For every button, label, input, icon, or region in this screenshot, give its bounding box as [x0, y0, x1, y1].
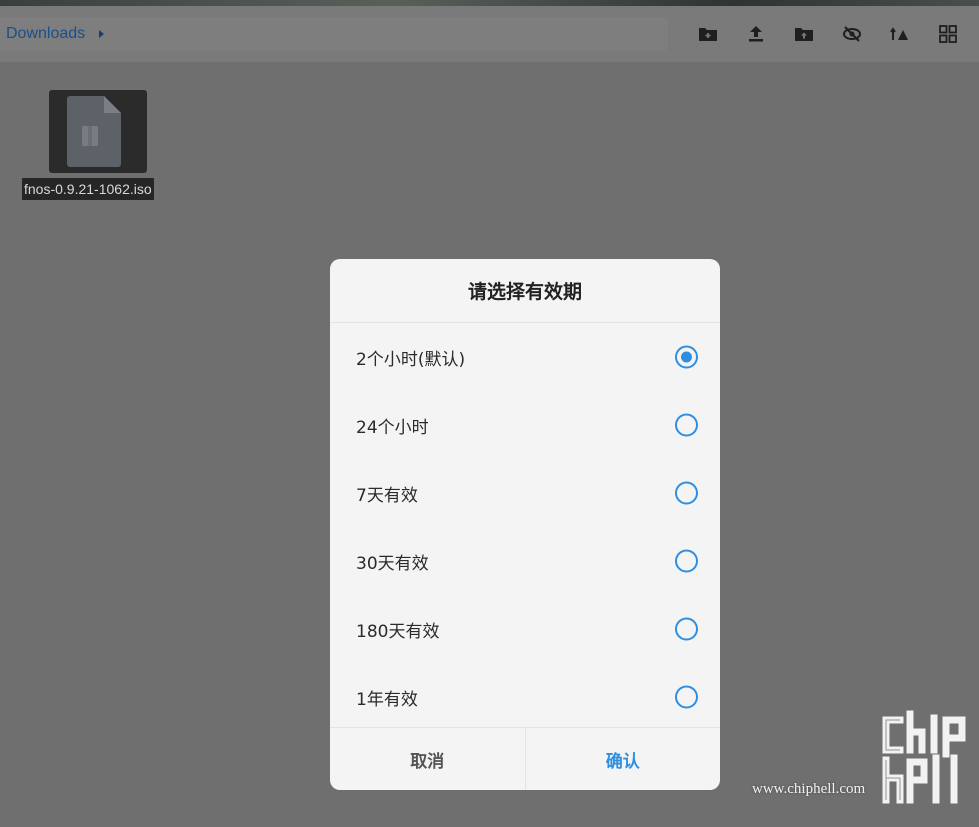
file-toolbar: Downloads: [0, 6, 979, 62]
option-7-days[interactable]: 7天有效: [330, 459, 720, 527]
toggle-hidden-button[interactable]: [828, 22, 876, 46]
confirm-button[interactable]: 确认: [526, 728, 721, 790]
chiphell-logo-icon: [882, 710, 966, 804]
radio-unchecked-icon[interactable]: [675, 481, 698, 505]
expiry-dialog: 请选择有效期 2个小时(默认) 24个小时 7天有效 30天有效 180天有效 …: [330, 259, 720, 790]
new-folder-icon: [699, 28, 717, 41]
grid-view-button[interactable]: [924, 22, 972, 46]
option-label: 30天有效: [356, 553, 429, 574]
breadcrumb: Downloads: [0, 17, 668, 51]
dialog-footer: 取消 确认: [330, 727, 720, 790]
option-label: 180天有效: [356, 621, 440, 642]
expiry-options: 2个小时(默认) 24个小时 7天有效 30天有效 180天有效 1年有效: [330, 323, 720, 731]
grid-view-icon: [939, 25, 957, 43]
upload-button[interactable]: [732, 22, 780, 46]
toolbar-actions: [684, 22, 972, 46]
radio-unchecked-icon[interactable]: [675, 549, 698, 573]
dialog-title: 请选择有效期: [330, 259, 720, 323]
option-label: 2个小时(默认): [356, 349, 466, 370]
option-label: 7天有效: [356, 485, 418, 506]
option-2-hours[interactable]: 2个小时(默认): [330, 323, 720, 391]
sort-button[interactable]: [876, 22, 924, 46]
file-icon: [67, 96, 121, 167]
sort-icon: [890, 27, 908, 40]
watermark-url: www.chiphell.com: [752, 781, 866, 797]
hide-icon: [843, 26, 861, 42]
radio-checked-icon[interactable]: [675, 345, 698, 369]
file-thumbnail[interactable]: [49, 90, 147, 173]
option-180-days[interactable]: 180天有效: [330, 595, 720, 663]
caret-right-icon[interactable]: [99, 30, 105, 38]
radio-unchecked-icon[interactable]: [675, 685, 698, 709]
option-30-days[interactable]: 30天有效: [330, 527, 720, 595]
radio-unchecked-icon[interactable]: [675, 413, 698, 437]
radio-unchecked-icon[interactable]: [675, 617, 698, 641]
cancel-button[interactable]: 取消: [330, 728, 526, 790]
upload-icon: [749, 26, 763, 42]
option-label: 24个小时: [356, 417, 429, 438]
option-24-hours[interactable]: 24个小时: [330, 391, 720, 459]
breadcrumb-downloads[interactable]: Downloads: [6, 25, 85, 43]
upload-folder-icon: [795, 28, 813, 41]
option-1-year[interactable]: 1年有效: [330, 663, 720, 731]
file-name[interactable]: fnos-0.9.21-1062.iso: [22, 178, 154, 200]
option-label: 1年有效: [356, 689, 418, 710]
new-folder-button[interactable]: [684, 22, 732, 46]
upload-folder-button[interactable]: [780, 22, 828, 46]
